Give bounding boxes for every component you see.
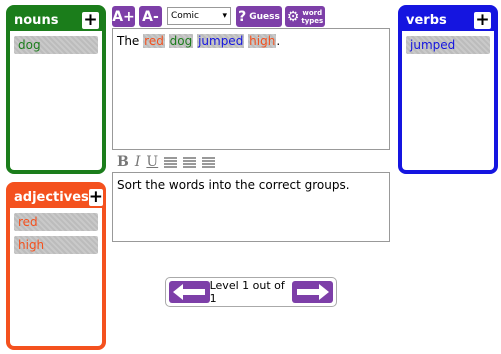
adjective-item[interactable]: high [14,236,98,254]
guess-label: Guess [249,11,280,22]
guess-button[interactable]: ? Guess [236,6,282,27]
align-center-icon[interactable] [183,156,197,168]
level-navigator: Level 1 out of 1 [165,277,337,307]
sentence-area[interactable]: The red dog jumped high. [112,28,390,150]
adjectives-header: adjectives + [10,186,104,208]
sentence-word[interactable]: jumped [197,34,245,48]
add-noun-button[interactable]: + [82,11,99,29]
sentence-word[interactable]: dog [168,34,194,48]
dropdown-arrow-icon: ▾ [222,11,227,21]
instructions-text: Sort the words into the correct groups. [117,178,350,192]
verbs-panel: verbs + jumped [398,5,498,174]
adjective-item[interactable]: red [14,213,98,231]
sentence-word: The [117,34,140,48]
arrow-left-icon [173,284,206,300]
verbs-title: verbs [406,12,447,28]
nouns-panel: nouns + dog [6,5,106,174]
adjectives-panel: adjectives + red high [6,182,106,350]
adjectives-title: adjectives [14,189,89,205]
arrow-right-icon [296,284,329,300]
format-toolbar: B I U [117,154,216,170]
word-types-label-line2: types [301,16,324,25]
align-left-icon[interactable] [164,156,178,168]
word-types-label-line1: word [302,8,323,17]
italic-icon[interactable]: I [135,154,141,170]
nouns-header: nouns + [10,9,102,31]
font-select-value: Comic [171,11,200,21]
underline-icon[interactable]: U [146,154,158,170]
verb-item[interactable]: jumped [406,36,490,54]
align-right-icon[interactable] [202,156,216,168]
previous-level-button[interactable] [169,281,210,303]
gear-icon: ⚙ [286,8,300,25]
sentence-word[interactable]: high [248,34,277,48]
bold-icon[interactable]: B [117,154,129,170]
instructions-area[interactable]: Sort the words into the correct groups. [112,172,390,242]
add-adjective-button[interactable]: + [88,188,104,206]
noun-item[interactable]: dog [14,36,98,54]
level-indicator: Level 1 out of 1 [209,279,285,305]
add-verb-button[interactable]: + [474,11,491,29]
sentence-punct: . [276,34,281,48]
question-mark-icon: ? [238,8,247,25]
verbs-header: verbs + [402,9,494,31]
sentence-word[interactable]: red [143,34,165,48]
nouns-title: nouns [14,12,59,28]
font-decrease-button[interactable]: A- [139,6,162,27]
font-increase-button[interactable]: A+ [112,6,135,27]
next-level-button[interactable] [292,281,334,303]
word-types-button[interactable]: ⚙ word types [285,6,325,27]
font-select[interactable]: Comic ▾ [167,7,231,25]
